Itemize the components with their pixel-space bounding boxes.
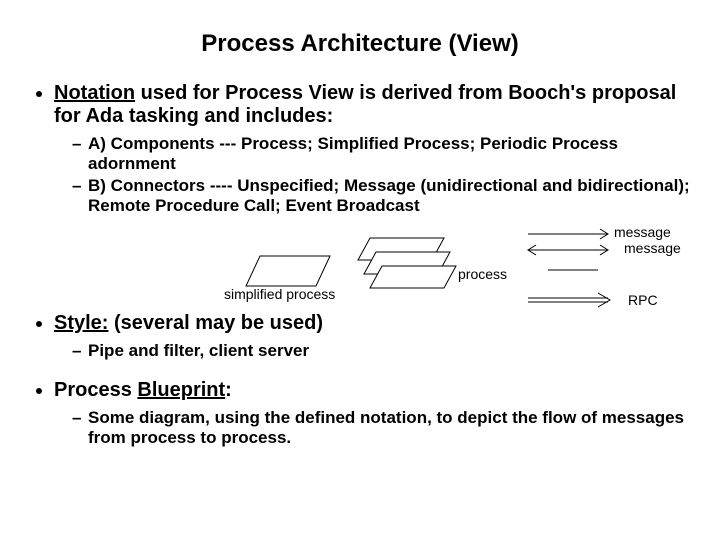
diagram-svg [28, 220, 688, 312]
notation-sub-b: B) Connectors ---- Unspecified; Message … [72, 176, 692, 216]
label-message-2: message [624, 240, 681, 256]
style-sublist: Pipe and filter, client server [54, 341, 692, 361]
bullet-list-3: Process Blueprint: Some diagram, using t… [28, 379, 692, 448]
simplified-process-shape [246, 256, 330, 286]
style-word: Style: [54, 312, 108, 334]
blueprint-colon: : [225, 379, 232, 401]
bullet-style: Style: (several may be used) Pipe and fi… [54, 312, 692, 361]
label-message-1: message [614, 224, 671, 240]
bullet-blueprint: Process Blueprint: Some diagram, using t… [54, 379, 692, 448]
notation-sublist: A) Components --- Process; Simplified Pr… [54, 134, 692, 216]
label-process: process [458, 266, 507, 282]
notation-word: Notation [54, 82, 135, 104]
process-shape [358, 238, 456, 288]
blueprint-pre: Process [54, 379, 137, 401]
blueprint-word: Blueprint [137, 379, 225, 401]
notation-sub-a: A) Components --- Process; Simplified Pr… [72, 134, 692, 174]
slide-title: Process Architecture (View) [28, 30, 692, 58]
blueprint-sub-a: Some diagram, using the defined notation… [72, 408, 692, 448]
notation-diagram: simplified process process message messa… [28, 220, 692, 312]
message-uni-arrow [528, 229, 608, 239]
style-sub-a: Pipe and filter, client server [72, 341, 692, 361]
blueprint-sublist: Some diagram, using the defined notation… [54, 408, 692, 448]
notation-rest: used for Process View is derived from Bo… [54, 82, 676, 127]
bullet-notation: Notation used for Process View is derive… [54, 82, 692, 216]
slide: Process Architecture (View) Notation use… [0, 0, 720, 540]
spacer [28, 365, 692, 379]
style-rest: (several may be used) [108, 312, 323, 334]
bullet-list-2: Style: (several may be used) Pipe and fi… [28, 312, 692, 361]
label-simplified-process: simplified process [224, 286, 335, 302]
rpc-arrow [528, 293, 610, 307]
label-rpc: RPC [628, 292, 658, 308]
message-bi-arrow [528, 245, 608, 255]
bullet-list: Notation used for Process View is derive… [28, 82, 692, 216]
